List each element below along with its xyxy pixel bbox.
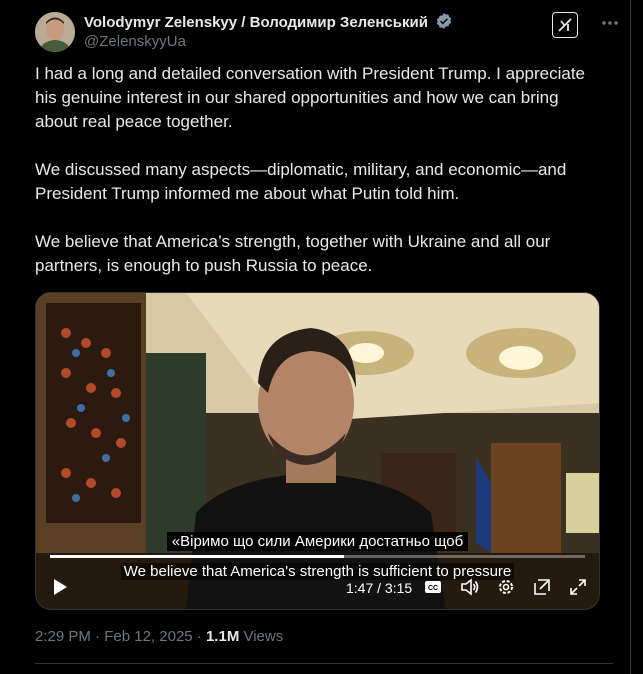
video-player[interactable]: «Віримо що сили Америки достатньо щоб We… [35,292,600,610]
views-label: Views [239,628,284,645]
divider [35,663,613,664]
verified-badge-icon [435,12,453,34]
meta-separator: · [192,628,206,645]
captions-icon[interactable]: CC [424,578,446,598]
video-time: 1:47 / 3:15 [346,580,413,596]
post-meta: 2:29 PM · Feb 12, 2025 · 1.1M Views [35,628,283,645]
avatar[interactable] [35,12,75,52]
post-paragraph: We believe that America’s strength, toge… [35,232,551,275]
popout-icon[interactable] [533,578,555,598]
post-time[interactable]: 2:29 PM [35,628,91,645]
fullscreen-icon[interactable] [569,578,591,598]
svg-text:CC: CC [428,585,438,592]
column-border [630,0,631,674]
author-handle[interactable]: @ZelenskyyUa [84,33,186,50]
author-name[interactable]: Volodymyr Zelenskyy / Володимир Зеленськ… [84,12,453,34]
video-progress-bar[interactable] [50,555,585,558]
meta-separator: · [90,628,105,645]
post-date[interactable]: Feb 12, 2025 [104,628,192,645]
post-paragraph: We discussed many aspects—diplomatic, mi… [35,160,567,203]
author-name-text[interactable]: Volodymyr Zelenskyy / Володимир Зеленськ… [84,14,428,31]
subtitle-ukrainian-text: «Віримо що сили Америки достатньо щоб [166,532,469,551]
settings-icon[interactable] [497,578,519,598]
more-horizontal-icon[interactable] [599,12,621,34]
grok-icon[interactable] [552,12,578,38]
post-header: Volodymyr Zelenskyy / Володимир Зеленськ… [35,10,623,52]
views-count: 1.1M [205,628,240,645]
subtitle-ukrainian: «Віримо що сили Америки достатньо щоб [36,532,599,551]
volume-icon[interactable] [460,578,482,598]
play-icon[interactable] [52,578,68,601]
video-progress-fill [50,555,344,558]
video-controls: 1:47 / 3:15 CC [36,570,599,604]
post-text: I had a long and detailed conversation w… [35,62,605,302]
post-paragraph: I had a long and detailed conversation w… [35,64,586,131]
